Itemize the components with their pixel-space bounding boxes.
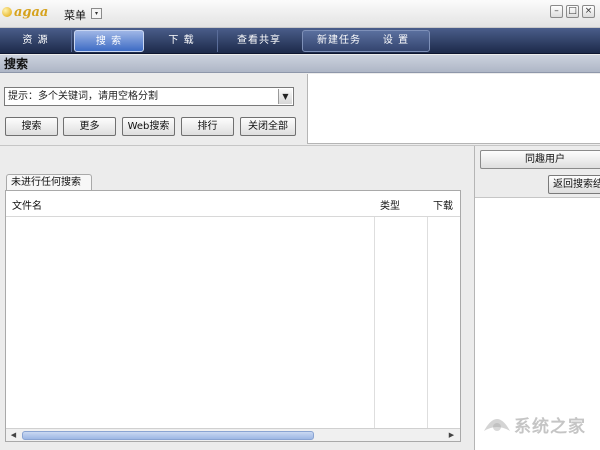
search-button[interactable]: 搜索 [5,117,58,136]
logo-ball-icon [2,7,12,17]
maximize-button[interactable]: □ [566,5,579,18]
results-tab[interactable]: 未进行任何搜索 [6,174,92,191]
menu-label[interactable]: 菜单 [64,7,86,23]
search-info-panel [307,74,600,144]
watermark-text: 系统之家 [514,417,586,437]
column-type[interactable]: 类型 [380,197,400,212]
tab-download[interactable]: 下 载 [146,30,218,52]
tab-search[interactable]: 搜 索 [74,30,144,52]
column-download[interactable]: 下载 [433,197,453,212]
column-divider [427,217,428,429]
menu-dropdown-icon[interactable]: ▾ [91,8,102,19]
main-tab-bar: 资 源 搜 索 下 载 查看共享 新建任务 设 置 [0,28,600,54]
search-input[interactable]: 提示：多个关键词，请用空格分割 ▼ [4,87,294,106]
tab-view-shared[interactable]: 查看共享 [220,30,298,52]
scroll-left-icon[interactable]: ◀ [8,430,19,441]
web-search-button[interactable]: Web搜索 [122,117,175,136]
horizontal-scrollbar[interactable]: ◀ ▶ [6,428,460,441]
back-to-results-button[interactable]: 返回搜索结 [548,175,600,194]
tab-settings[interactable]: 设 置 [370,30,422,52]
similar-users-button[interactable]: 同趣用户 [480,150,600,169]
close-button[interactable]: × [582,5,595,18]
minimize-button[interactable]: – [550,5,563,18]
chevron-down-icon[interactable]: ▼ [278,89,292,104]
tab-new-task[interactable]: 新建任务 [306,30,372,52]
logo-text: agaa [14,5,49,20]
watermark-logo-icon [484,419,510,431]
results-list: 文件名 类型 下载 ◀ ▶ [5,190,461,442]
column-filename[interactable]: 文件名 [12,197,42,212]
site-watermark: 系统之家 [478,402,598,442]
ranking-button[interactable]: 排行 [181,117,234,136]
scroll-right-icon[interactable]: ▶ [446,430,457,441]
title-bar: agaa 菜单 ▾ – □ × [0,0,600,28]
list-header: 文件名 类型 下载 [6,191,460,217]
more-button[interactable]: 更多 [63,117,116,136]
section-title: 搜索 [0,55,600,73]
search-hint: 提示：多个关键词，请用空格分割 [8,91,158,102]
scrollbar-thumb[interactable] [22,431,314,440]
column-divider [374,217,375,429]
app-logo: agaa [2,4,54,22]
tab-resources[interactable]: 资 源 [0,30,72,52]
close-all-button[interactable]: 关闭全部 [240,117,296,136]
